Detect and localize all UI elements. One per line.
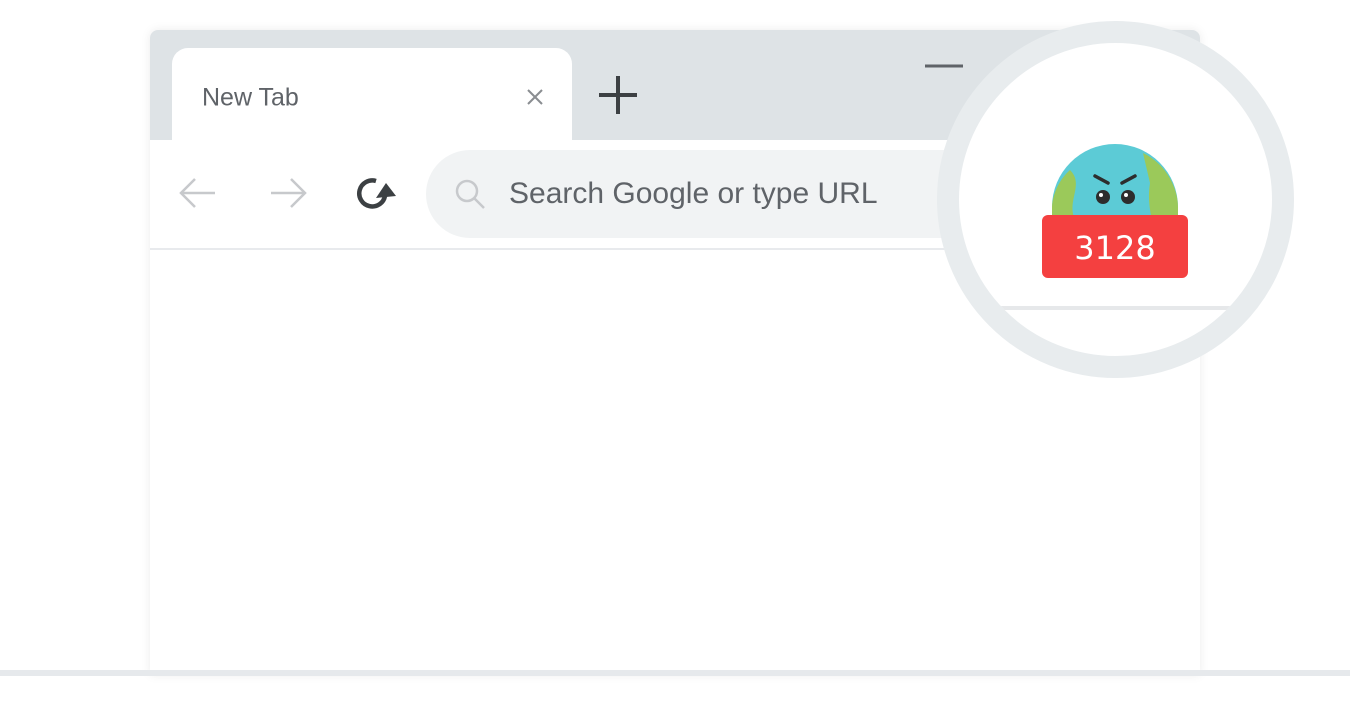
back-arrow-icon[interactable] xyxy=(175,170,221,216)
floor-line xyxy=(0,670,1350,676)
search-icon xyxy=(455,179,485,209)
tab-new-tab[interactable]: New Tab xyxy=(172,48,572,140)
magnifier-callout: 3128 xyxy=(937,21,1294,378)
badge-count: 3128 xyxy=(1074,229,1155,267)
tab-title: New Tab xyxy=(202,83,299,112)
plus-icon[interactable] xyxy=(595,72,641,118)
vertical-dots-icon[interactable] xyxy=(1265,181,1294,251)
minimize-icon[interactable] xyxy=(925,50,963,86)
reload-icon[interactable] xyxy=(350,170,396,216)
close-icon[interactable] xyxy=(520,82,550,112)
omnibox[interactable]: Search Google or type URL xyxy=(426,150,1026,238)
extension-button[interactable]: 3128 xyxy=(1040,135,1190,285)
omnibox-placeholder: Search Google or type URL xyxy=(509,177,878,210)
toolbar-divider xyxy=(959,306,1272,310)
forward-arrow-icon[interactable] xyxy=(265,170,311,216)
